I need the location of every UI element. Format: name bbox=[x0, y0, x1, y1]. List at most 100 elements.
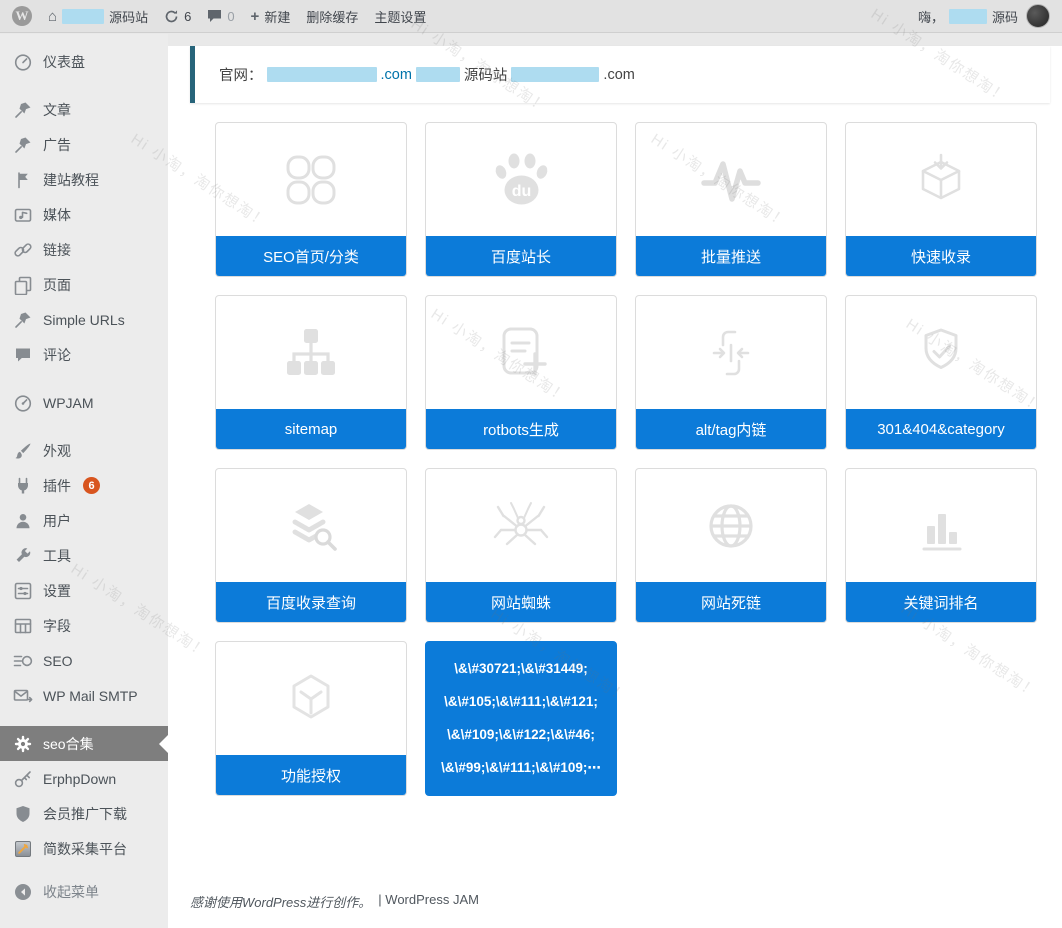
sidebar-item-label: 链接 bbox=[43, 240, 71, 260]
sidebar-item-label: 页面 bbox=[43, 275, 71, 295]
sidebar-item-links[interactable]: 链接 bbox=[0, 232, 168, 267]
card-baidu-webmaster[interactable]: du 百度站长 bbox=[425, 122, 617, 277]
sidebar-item-label: 用户 bbox=[43, 511, 71, 531]
sidebar-item-wpjam[interactable]: WPJAM bbox=[0, 385, 168, 420]
sidebar-item-dashboard[interactable]: 仪表盘 bbox=[0, 44, 168, 79]
collapse-menu-button[interactable]: 收起菜单 bbox=[0, 874, 168, 909]
encoded-line: \&\#109;\&\#122;\&\#46; bbox=[430, 727, 612, 742]
sitemap-icon bbox=[216, 296, 406, 410]
site-menu[interactable]: ⌂ 源码站 bbox=[48, 7, 148, 26]
sidebar-item-label: WPJAM bbox=[43, 395, 94, 411]
mail-icon bbox=[13, 686, 33, 706]
sidebar-item-appearance[interactable]: 外观 bbox=[0, 433, 168, 468]
gear-icon bbox=[13, 734, 33, 754]
site-name: 源码站 bbox=[109, 7, 148, 26]
sidebar-item-users[interactable]: 用户 bbox=[0, 503, 168, 538]
sidebar-item-wp-mail-smtp[interactable]: WP Mail SMTP bbox=[0, 678, 168, 713]
sidebar-item-label: 收起菜单 bbox=[43, 882, 99, 902]
pages-icon bbox=[13, 275, 33, 295]
card-encoded-domain[interactable]: \&\#30721;\&\#31449; \&\#105;\&\#111;\&\… bbox=[425, 641, 617, 796]
card-feature-license[interactable]: 功能授权 bbox=[215, 641, 407, 796]
cube-icon bbox=[216, 642, 406, 756]
card-label: 快速收录 bbox=[846, 236, 1036, 276]
theme-settings-button[interactable]: 主题设置 bbox=[374, 7, 426, 26]
sidebar-item-plugins[interactable]: 插件 6 bbox=[0, 468, 168, 503]
sidebar-item-comments[interactable]: 评论 bbox=[0, 337, 168, 372]
sidebar-item-label: Simple URLs bbox=[43, 312, 125, 328]
card-sitemap[interactable]: sitemap bbox=[215, 295, 407, 450]
collapse-arrow-icon bbox=[13, 882, 33, 902]
card-label: alt/tag内链 bbox=[636, 409, 826, 449]
comments-menu[interactable]: 0 bbox=[207, 9, 234, 24]
user-avatar[interactable] bbox=[1026, 4, 1050, 28]
card-label: rotbots生成 bbox=[426, 409, 616, 449]
card-label: 301&404&category bbox=[846, 409, 1036, 449]
pushpin-icon bbox=[13, 135, 33, 155]
jianshu-pen-icon bbox=[13, 839, 33, 859]
site-link[interactable]: .com bbox=[381, 67, 412, 83]
card-label: 百度站长 bbox=[426, 236, 616, 276]
sidebar-item-seo-collection[interactable]: seo合集 bbox=[0, 726, 168, 761]
new-content-menu[interactable]: + 新建 bbox=[251, 7, 291, 26]
card-301-404-category[interactable]: 301&404&category bbox=[845, 295, 1037, 450]
sidebar-item-settings[interactable]: 设置 bbox=[0, 573, 168, 608]
plugins-update-badge: 6 bbox=[83, 477, 100, 494]
sidebar-item-label: 评论 bbox=[43, 345, 71, 365]
plus-icon: + bbox=[251, 9, 260, 24]
sidebar-item-erphpdown[interactable]: ErphpDown bbox=[0, 761, 168, 796]
sidebar-item-fields[interactable]: 字段 bbox=[0, 608, 168, 643]
account-menu[interactable]: 嗨， 源码 bbox=[918, 7, 1018, 26]
card-label: sitemap bbox=[216, 409, 406, 449]
sidebar-item-member-download[interactable]: 会员推广下载 bbox=[0, 796, 168, 831]
sidebar-item-seo[interactable]: SEO bbox=[0, 643, 168, 678]
redaction-block bbox=[416, 67, 460, 82]
home-icon: ⌂ bbox=[48, 9, 57, 24]
footer-thanks-link[interactable]: 感谢使用WordPress进行创作。 bbox=[190, 892, 371, 911]
table-grid-icon bbox=[13, 616, 33, 636]
sidebar-item-label: SEO bbox=[43, 653, 73, 669]
media-icon bbox=[13, 205, 33, 225]
document-plus-icon bbox=[426, 296, 616, 410]
card-alt-tag-internal-links[interactable]: alt/tag内链 bbox=[635, 295, 827, 450]
brush-icon bbox=[13, 441, 33, 461]
clear-cache-button[interactable]: 删除缓存 bbox=[306, 7, 358, 26]
card-seo-home-category[interactable]: SEO首页/分类 bbox=[215, 122, 407, 277]
card-keyword-ranking[interactable]: 关键词排名 bbox=[845, 468, 1037, 623]
sidebar-item-label: 外观 bbox=[43, 441, 71, 461]
encoded-line: \&\#99;\&\#111;\&\#109;⋯ bbox=[430, 760, 612, 776]
card-fast-indexing[interactable]: 快速收录 bbox=[845, 122, 1037, 277]
sidebar-item-label: 建站教程 bbox=[43, 170, 99, 190]
card-site-spider[interactable]: 网站蜘蛛 bbox=[425, 468, 617, 623]
admin-footer: 感谢使用WordPress进行创作。 | WordPress JAM bbox=[190, 892, 1062, 911]
sidebar-item-tutorials[interactable]: 建站教程 bbox=[0, 162, 168, 197]
key-icon bbox=[13, 769, 33, 789]
layers-search-icon bbox=[216, 469, 406, 583]
card-dead-links[interactable]: 网站死链 bbox=[635, 468, 827, 623]
updates-count: 6 bbox=[184, 9, 191, 24]
sidebar-item-tools[interactable]: 工具 bbox=[0, 538, 168, 573]
notice-label: 官网： bbox=[219, 64, 263, 85]
admin-bar: W ⌂ 源码站 6 0 + 新建 删除缓存 主题设置 嗨， 源码 bbox=[0, 0, 1062, 33]
sidebar-item-jianshu-collect[interactable]: 简数采集平台 bbox=[0, 831, 168, 866]
sidebar-item-label: seo合集 bbox=[43, 734, 94, 754]
card-label: 功能授权 bbox=[216, 755, 406, 795]
card-baidu-index-check[interactable]: 百度收录查询 bbox=[215, 468, 407, 623]
notice-site-text: 源码站 bbox=[464, 64, 508, 85]
sidebar-item-ads[interactable]: 广告 bbox=[0, 127, 168, 162]
sidebar-item-label: 文章 bbox=[43, 100, 71, 120]
sidebar-item-pages[interactable]: 页面 bbox=[0, 267, 168, 302]
sidebar-item-label: 工具 bbox=[43, 546, 71, 566]
sidebar-item-simple-urls[interactable]: Simple URLs bbox=[0, 302, 168, 337]
comments-count: 0 bbox=[227, 9, 234, 24]
sidebar-item-media[interactable]: 媒体 bbox=[0, 197, 168, 232]
card-robots-generate[interactable]: rotbots生成 bbox=[425, 295, 617, 450]
updates-menu[interactable]: 6 bbox=[164, 9, 191, 24]
sidebar-item-posts[interactable]: 文章 bbox=[0, 92, 168, 127]
redaction-block bbox=[267, 67, 377, 82]
bar-chart-icon bbox=[846, 469, 1036, 583]
card-batch-push[interactable]: 批量推送 bbox=[635, 122, 827, 277]
spider-icon bbox=[426, 469, 616, 583]
redaction-block bbox=[511, 67, 599, 82]
sliders-icon bbox=[13, 581, 33, 601]
wordpress-logo-icon[interactable]: W bbox=[12, 6, 32, 26]
